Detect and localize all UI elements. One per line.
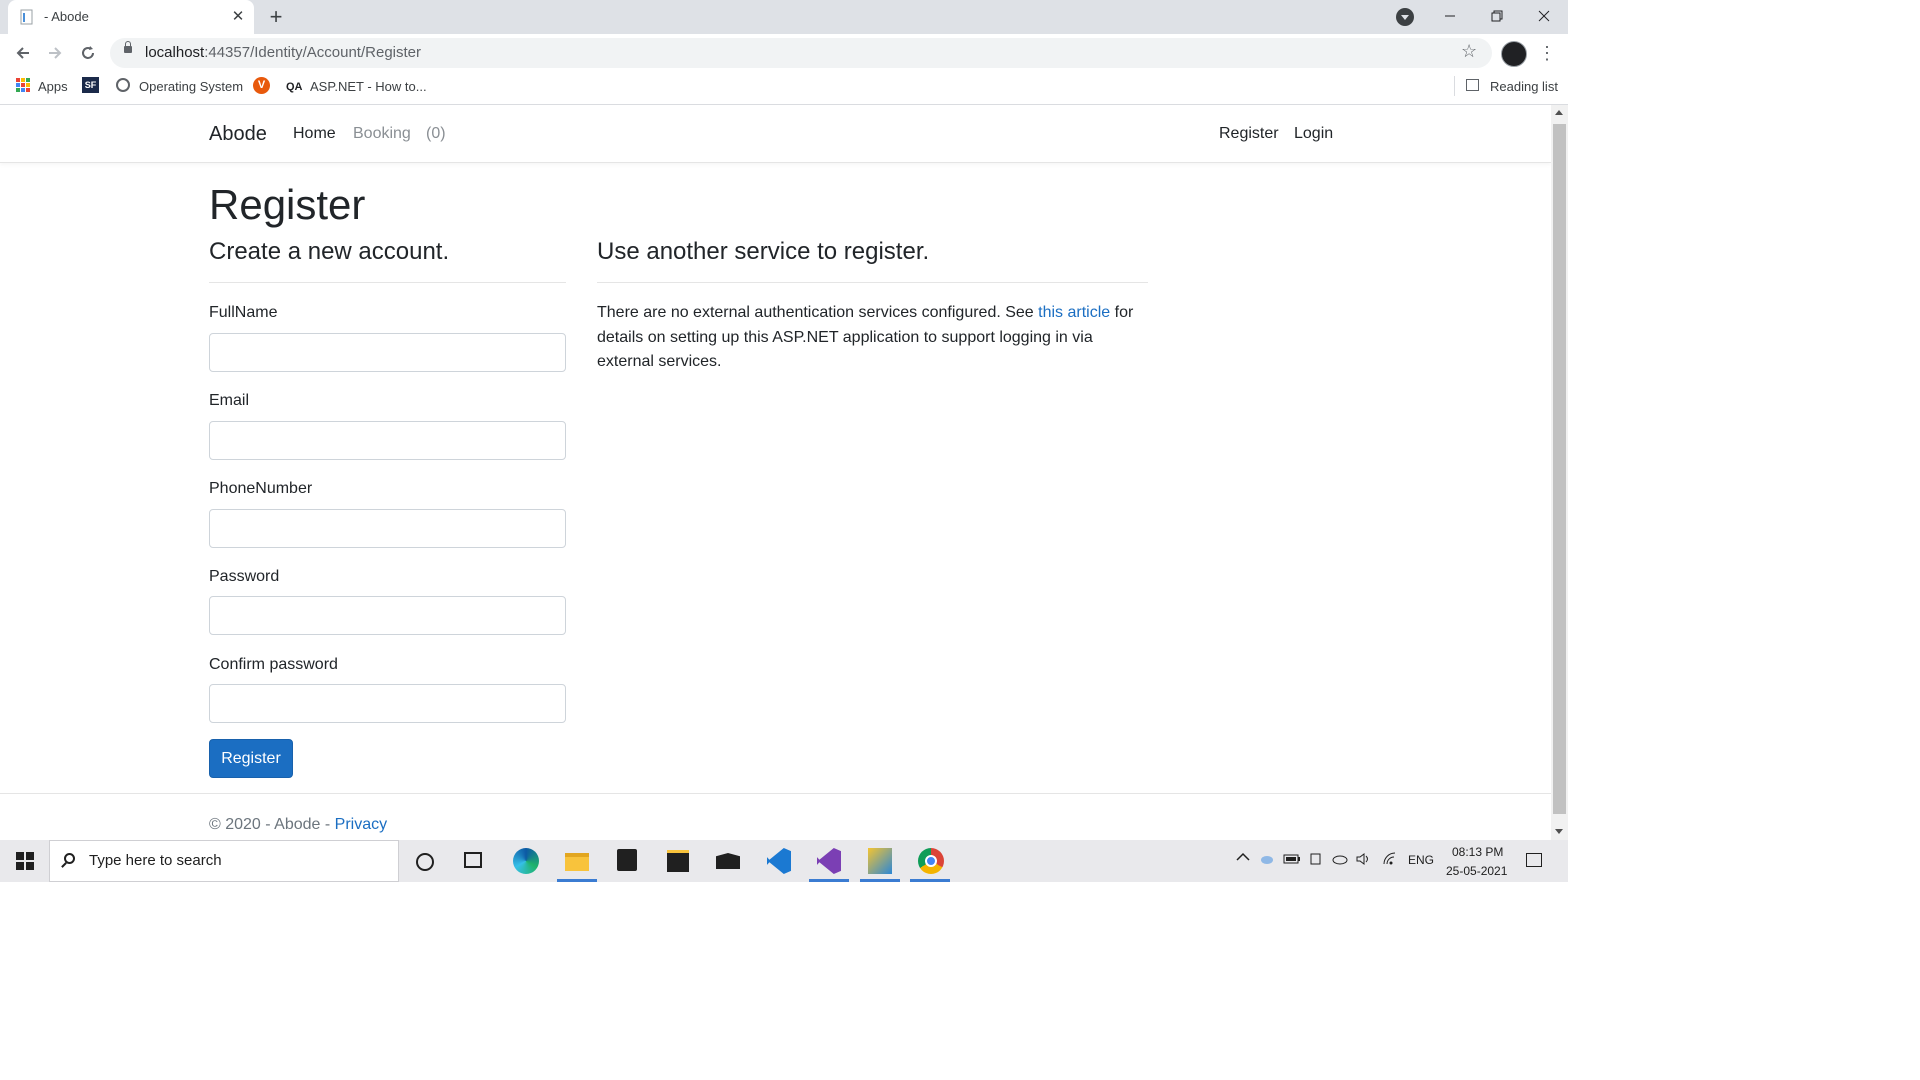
nav-login-link[interactable]: Login <box>1294 125 1333 143</box>
browser-menu-icon[interactable]: ⋮ <box>1538 42 1556 64</box>
wifi-icon[interactable] <box>1382 852 1398 869</box>
new-tab-icon[interactable]: + <box>264 4 288 30</box>
web-page: Abode Home Booking (0) Register Login Re… <box>0 105 1551 840</box>
booking-count-badge: (0) <box>426 125 446 142</box>
page-title: Register <box>209 181 366 228</box>
reading-list-label[interactable]: Reading list <box>1490 78 1558 96</box>
restore-icon[interactable] <box>1474 2 1520 30</box>
password-label: Password <box>209 568 280 585</box>
url-text[interactable]: localhost:44357/Identity/Account/Registe… <box>145 44 421 61</box>
close-window-icon[interactable] <box>1521 2 1567 30</box>
cortana-icon[interactable] <box>416 853 434 871</box>
footer-divider <box>0 793 1551 794</box>
explorer-active-indicator <box>557 879 597 882</box>
footer: © 2020 - Abode - Privacy <box>209 816 387 834</box>
email-input[interactable] <box>209 421 566 460</box>
nav-home-link[interactable]: Home <box>293 125 336 143</box>
confirm-password-label: Confirm password <box>209 656 338 673</box>
globe-icon <box>116 78 130 92</box>
bookmark-aspnet[interactable]: ASP.NET - How to... <box>310 78 427 96</box>
taskbar-search-placeholder[interactable]: Type here to search <box>89 852 222 869</box>
register-button[interactable]: Register <box>209 739 293 778</box>
bookmark-operating-system[interactable]: Operating System <box>139 78 243 96</box>
reading-list-icon[interactable] <box>1466 79 1479 91</box>
footer-copyright: © 2020 - Abode - <box>209 816 335 833</box>
url-path: :44357/Identity/Account/Register <box>204 44 421 61</box>
notifications-icon[interactable] <box>1526 853 1542 867</box>
edge-browser-icon[interactable] <box>513 848 539 874</box>
privacy-link[interactable]: Privacy <box>335 816 387 833</box>
microsoft-store-icon[interactable] <box>617 849 637 871</box>
network-icon[interactable] <box>1332 852 1348 869</box>
bookmark-apps[interactable]: Apps <box>38 78 68 96</box>
chrome-icon[interactable] <box>918 848 944 874</box>
tab-close-icon[interactable]: ✕ <box>228 6 248 28</box>
external-services-text: There are no external authentication ser… <box>597 301 1148 375</box>
external-text-before: There are no external authentication ser… <box>597 304 1039 321</box>
scrollbar-thumb[interactable] <box>1553 124 1566 814</box>
v-bookmark-icon[interactable]: V <box>253 77 270 94</box>
form-heading: Create a new account. <box>209 238 450 265</box>
fullname-input[interactable] <box>209 333 566 372</box>
task-view-icon[interactable] <box>464 852 482 868</box>
file-explorer-icon[interactable] <box>565 853 589 871</box>
nav-booking-link[interactable]: Booking <box>353 125 411 143</box>
bookmarks-divider <box>1454 76 1455 96</box>
confirm-password-input[interactable] <box>209 684 566 723</box>
url-host: localhost <box>145 44 205 61</box>
password-input[interactable] <box>209 596 566 635</box>
battery-icon[interactable] <box>1283 852 1301 869</box>
phone-input[interactable] <box>209 509 566 548</box>
form-divider <box>209 282 566 283</box>
app-icon[interactable] <box>868 848 892 874</box>
app-active-indicator <box>860 879 900 882</box>
forward-icon[interactable] <box>42 40 68 66</box>
apps-grid-icon[interactable] <box>16 78 30 92</box>
nav-register-link[interactable]: Register <box>1219 125 1279 143</box>
site-brand[interactable]: Abode <box>209 123 267 146</box>
scroll-up-icon[interactable] <box>1555 110 1563 115</box>
windows-start-icon[interactable] <box>16 852 34 870</box>
show-hidden-icons-icon[interactable] <box>1236 850 1250 867</box>
profile-avatar[interactable] <box>1501 41 1527 67</box>
mail-icon[interactable] <box>716 853 740 869</box>
email-label: Email <box>209 392 250 409</box>
vs-active-indicator <box>809 879 849 882</box>
scroll-down-icon[interactable] <box>1555 829 1563 834</box>
sticky-notes-icon[interactable] <box>667 850 689 872</box>
phone-label: PhoneNumber <box>209 480 313 497</box>
this-article-link[interactable]: this article <box>1038 304 1110 321</box>
language-indicator[interactable]: ENG <box>1408 853 1434 867</box>
reload-icon[interactable] <box>75 40 101 66</box>
cloud-icon[interactable] <box>1260 852 1274 869</box>
volume-icon[interactable] <box>1356 852 1372 869</box>
fullname-label: FullName <box>209 304 278 321</box>
tab-title: - Abode <box>44 9 89 24</box>
lock-icon[interactable] <box>124 41 132 53</box>
minimize-icon[interactable] <box>1427 2 1473 30</box>
qa-bookmark-icon: QA <box>286 81 303 93</box>
chrome-active-indicator <box>910 879 950 882</box>
external-login-heading: Use another service to register. <box>597 238 930 265</box>
sf-bookmark-icon[interactable]: SF <box>82 77 99 93</box>
clock-time[interactable]: 08:13 PM <box>1452 845 1503 859</box>
back-icon[interactable] <box>10 40 36 66</box>
clock-date[interactable]: 25-05-2021 <box>1446 864 1507 878</box>
page-favicon-icon <box>20 9 34 25</box>
external-divider <box>597 282 1148 283</box>
device-icon[interactable] <box>1309 852 1323 869</box>
tab-search-icon[interactable] <box>1396 8 1414 26</box>
bookmark-star-icon[interactable]: ☆ <box>1461 41 1477 62</box>
search-icon <box>64 853 75 864</box>
